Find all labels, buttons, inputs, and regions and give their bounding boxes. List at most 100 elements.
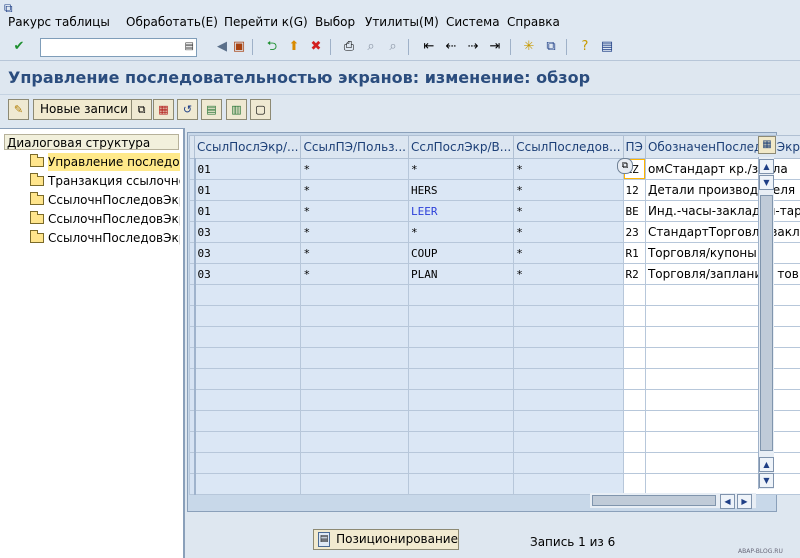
table-cell[interactable]: * <box>514 264 623 285</box>
table-cell[interactable]: * <box>514 159 623 180</box>
enter-icon[interactable]: ✔ <box>10 38 28 56</box>
table-cell[interactable]: Торговля/запланир. тов <box>645 264 800 285</box>
command-input[interactable] <box>41 39 182 54</box>
first-page-icon[interactable]: ⇤ <box>420 38 438 56</box>
table-cell[interactable]: омСтандарт кр./закла <box>645 159 800 180</box>
table-row[interactable] <box>190 306 800 327</box>
tree-node-ref-screen-sequence-2[interactable]: СсылочнПоследовЭкра <box>30 210 180 228</box>
menu-item-table-view[interactable]: Ракурс таблицы <box>8 15 110 29</box>
table-cell[interactable]: 01 <box>195 201 301 222</box>
table-cell[interactable]: LEER <box>408 201 513 222</box>
table-cell[interactable]: 03 <box>195 222 301 243</box>
table-cell[interactable]: 23 <box>623 222 645 243</box>
undo-icon[interactable]: ↺ <box>177 99 198 120</box>
scroll-page-up-icon[interactable]: ▲ <box>759 159 774 174</box>
table-cell[interactable]: * <box>514 201 623 222</box>
table-row[interactable] <box>190 348 800 369</box>
help-icon[interactable]: ? <box>576 38 594 56</box>
table-cell[interactable]: * <box>514 243 623 264</box>
table-cell[interactable]: 03 <box>195 264 301 285</box>
menu-item-edit[interactable]: Обработать(E) <box>126 15 218 29</box>
horizontal-scrollbar[interactable]: ◀ ▶ <box>590 493 756 508</box>
menu-item-goto[interactable]: Перейти к(G) <box>224 15 308 29</box>
column-settings-icon[interactable]: ▦ <box>758 136 776 154</box>
menu-item-help[interactable]: Справка <box>507 15 560 29</box>
table-row[interactable]: 03*PLAN*R2Торговля/запланир. тов <box>190 264 800 285</box>
table-cell[interactable]: * <box>408 159 513 180</box>
copy-icon[interactable]: ⧉ <box>131 99 152 120</box>
table-cell[interactable]: Детали производителя <box>645 180 800 201</box>
column-header[interactable]: ПЭ <box>623 136 645 159</box>
next-page-icon[interactable]: ⇢ <box>464 38 482 56</box>
table-cell[interactable]: BE <box>623 201 645 222</box>
scroll-right-icon[interactable]: ▶ <box>737 494 752 509</box>
column-header[interactable]: СсылПЭ/Польз... <box>301 136 409 159</box>
scroll-up-icon[interactable]: ▼ <box>759 175 774 190</box>
new-session-icon[interactable]: ✳ <box>520 38 538 56</box>
table-row[interactable]: 01***ZZомСтандарт кр./закла <box>190 159 800 180</box>
last-page-icon[interactable]: ⇥ <box>486 38 504 56</box>
menu-item-system[interactable]: Система <box>446 15 500 29</box>
column-header[interactable]: СсылПоследов... <box>514 136 623 159</box>
table-cell[interactable]: * <box>514 222 623 243</box>
scroll-page-down-icon[interactable]: ▼ <box>759 473 774 488</box>
table-row[interactable] <box>190 474 800 495</box>
table-row[interactable] <box>190 285 800 306</box>
table-cell[interactable]: Торговля/купоны <box>645 243 800 264</box>
scroll-down-icon[interactable]: ▲ <box>759 457 774 472</box>
table-cell[interactable]: PLAN <box>408 264 513 285</box>
new-entries-button[interactable]: Новые записи <box>33 99 135 120</box>
column-header[interactable]: ОбозначенПоследовЭкр <box>645 136 800 159</box>
table-cell[interactable]: 12 <box>623 180 645 201</box>
column-header[interactable]: СслПослЭкр/В... <box>408 136 513 159</box>
table-row[interactable] <box>190 411 800 432</box>
table-row[interactable] <box>190 453 800 474</box>
cancel-icon[interactable]: ✖ <box>307 38 325 56</box>
print-icon[interactable]: ⎙ <box>340 38 358 56</box>
find-icon[interactable]: ⌕ <box>362 38 380 56</box>
table-row[interactable] <box>190 390 800 411</box>
table-row[interactable] <box>190 432 800 453</box>
table-cell[interactable]: R1 <box>623 243 645 264</box>
table-row[interactable]: 03***23СтандартТорговли закла <box>190 222 800 243</box>
menu-item-selection[interactable]: Выбор <box>315 15 355 29</box>
table-cell[interactable]: 01 <box>195 159 301 180</box>
save-icon[interactable]: ▣ <box>230 38 248 56</box>
column-header[interactable]: СсылПослЭкр/... <box>195 136 301 159</box>
back-icon[interactable]: ◀ <box>213 38 231 56</box>
deselect-all-icon[interactable]: ▢ <box>250 99 271 120</box>
table-cell[interactable]: * <box>514 180 623 201</box>
find-next-icon[interactable]: ⌕ <box>384 38 402 56</box>
table-cell[interactable]: * <box>301 180 409 201</box>
table-cell[interactable]: HERS <box>408 180 513 201</box>
table-row[interactable] <box>190 369 800 390</box>
tree-node-screen-sequence-control[interactable]: Управление последова <box>30 153 180 171</box>
table-cell[interactable]: COUP <box>408 243 513 264</box>
previous-page-icon[interactable]: ⇠ <box>442 38 460 56</box>
vertical-scrollbar[interactable]: ▲ ▼ ▲ ▼ <box>758 157 774 489</box>
layout-menu-icon[interactable]: ▤ <box>598 38 616 56</box>
table-cell[interactable]: Инд.-часы-закладки-тара <box>645 201 800 222</box>
tree-node-reference-transaction[interactable]: Транзакция ссылочной <box>30 172 180 190</box>
table-cell[interactable]: 03 <box>195 243 301 264</box>
menu-item-utilities[interactable]: Утилиты(M) <box>365 15 439 29</box>
table-cell[interactable]: * <box>408 222 513 243</box>
shortcut-icon[interactable]: ⧉ <box>542 38 560 56</box>
command-history-icon[interactable]: ▤ <box>185 41 194 53</box>
table-cell[interactable]: R2 <box>623 264 645 285</box>
positioning-button[interactable]: ▤ Позиционирование <box>313 529 459 550</box>
value-help-icon[interactable]: ⧉ <box>617 158 633 174</box>
exit-icon[interactable]: ⬆ <box>285 38 303 56</box>
table-cell[interactable]: * <box>301 222 409 243</box>
table-cell[interactable]: * <box>301 243 409 264</box>
table-cell[interactable]: СтандартТорговли закла <box>645 222 800 243</box>
table-row[interactable]: 01*HERS*12Детали производителя <box>190 180 800 201</box>
tree-node-ref-screen-sequence-3[interactable]: СсылочнПоследовЭкра <box>30 229 180 247</box>
select-block-icon[interactable]: ▥ <box>226 99 247 120</box>
table-cell[interactable]: * <box>301 201 409 222</box>
select-all-icon[interactable]: ▤ <box>201 99 222 120</box>
table-row[interactable]: 01*LEER*BEИнд.-часы-закладки-тара <box>190 201 800 222</box>
vertical-scroll-thumb[interactable] <box>760 195 773 451</box>
table-row[interactable] <box>190 327 800 348</box>
table-cell[interactable]: * <box>301 264 409 285</box>
